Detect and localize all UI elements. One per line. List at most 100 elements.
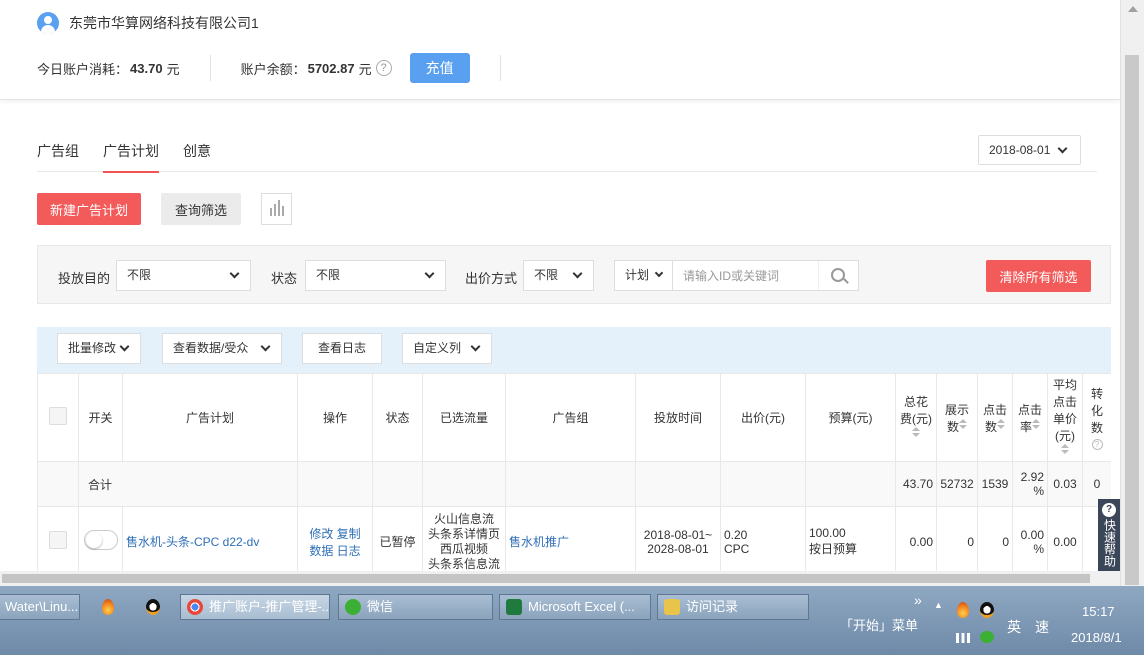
total-clicks: 1539: [977, 461, 1013, 507]
plan-name-link[interactable]: 售水机-头条-CPC d22-dv: [122, 506, 298, 571]
row-switch[interactable]: [78, 506, 123, 571]
taskbar-item-label: Water\Linu...: [5, 599, 79, 614]
taskbar-item-excel[interactable]: Microsoft Excel (...: [499, 594, 651, 620]
total-empty: [805, 461, 896, 507]
tab-ad-plans[interactable]: 广告计划: [103, 130, 159, 173]
scroll-up-arrow-icon[interactable]: [1128, 6, 1138, 12]
tray-wechat-icon[interactable]: [980, 631, 994, 643]
header-total-cost-label: 总花费(元): [900, 395, 932, 426]
purpose-select[interactable]: 不限: [116, 260, 251, 291]
today-cost-unit: 元: [166, 61, 180, 77]
header-avg-cpc-label: 平均点击单价(元): [1052, 378, 1077, 443]
sort-icon[interactable]: [912, 427, 920, 439]
search-icon[interactable]: [818, 261, 858, 290]
quick-help-button[interactable]: ? 快速帮助: [1098, 499, 1120, 571]
toggle-switch[interactable]: [83, 530, 118, 550]
total-empty: [297, 461, 373, 507]
account-stats: 今日账户消耗： 43.70 元 账户余额： 5702.87 元 ? 充值: [37, 53, 531, 83]
taskbar-item-browser[interactable]: 推广账户-推广管理-...: [180, 594, 330, 620]
total-cost: 43.70: [895, 461, 937, 507]
row-traffic: 火山信息流 头条系详情页 西瓜视频 头条系信息流: [422, 506, 506, 571]
row-ctr: 0.00 %: [1012, 506, 1048, 571]
row-select[interactable]: [37, 506, 79, 571]
recharge-button[interactable]: 充值: [409, 53, 470, 83]
ime-language[interactable]: 英: [1007, 617, 1021, 637]
taskbar-item-label: 微信: [367, 599, 394, 614]
account-card: 东莞市华算网络科技有限公司1 今日账户消耗： 43.70 元 账户余额： 570…: [0, 0, 1120, 100]
purpose-select-value: 不限: [127, 268, 152, 282]
clock-time[interactable]: 15:17: [1082, 604, 1115, 619]
row-total-cost: 0.00: [895, 506, 937, 571]
company-header: 东莞市华算网络科技有限公司1: [37, 12, 259, 34]
row-bid: 0.20 CPC: [720, 506, 806, 571]
divider: [209, 55, 211, 81]
row-status: 已暂停: [372, 506, 423, 571]
sort-icon[interactable]: [959, 418, 967, 431]
traffic-item: 火山信息流: [433, 511, 494, 526]
date-select[interactable]: 2018-08-01: [978, 135, 1081, 165]
table-toolbar: 批量修改 查看数据/受众 查看日志 自定义列: [37, 327, 1111, 373]
new-plan-button[interactable]: 新建广告计划: [37, 193, 141, 225]
scrollbar-thumb[interactable]: [1125, 55, 1139, 585]
search-input[interactable]: [683, 267, 813, 285]
table-total-row: 合计 43.70 52732 1539 2.92 % 0.03 0: [37, 461, 1111, 507]
header-clicks[interactable]: 点击数: [977, 373, 1013, 462]
group-link[interactable]: 售水机推广: [505, 506, 636, 571]
flame-icon[interactable]: [102, 599, 114, 615]
custom-columns-dropdown[interactable]: 自定义列: [402, 333, 492, 364]
tray-flame-icon[interactable]: [957, 602, 969, 618]
data-link[interactable]: 数据: [309, 544, 333, 558]
horizontal-scrollbar[interactable]: [0, 571, 1120, 586]
total-avg-cpc: 0.03: [1047, 461, 1083, 507]
tab-creatives[interactable]: 创意: [183, 130, 211, 172]
log-link[interactable]: 日志: [337, 544, 361, 558]
expand-icon[interactable]: »: [914, 592, 922, 608]
status-select[interactable]: 不限: [305, 260, 446, 291]
question-icon[interactable]: ?: [375, 60, 392, 76]
header-select-all[interactable]: [37, 373, 79, 462]
table-row: 售水机-头条-CPC d22-dv 修改 复制 数据 日志 已暂停 火山信息流 …: [37, 506, 1111, 571]
view-data-label: 查看数据/受众: [173, 341, 249, 355]
bar-chart-icon[interactable]: [261, 193, 292, 225]
header-avg-cpc[interactable]: 平均点击单价(元): [1047, 373, 1083, 462]
search-type-select[interactable]: 计划: [615, 261, 673, 290]
taskbar-item-label: Microsoft Excel (...: [528, 599, 635, 614]
chevron-down-icon: [260, 341, 271, 352]
sort-icon[interactable]: [1032, 418, 1040, 431]
header-total-cost[interactable]: 总花费(元): [895, 373, 937, 462]
system-tray: » 「开始」菜单 ▲ 英 速 15:17 2018/8/1: [820, 586, 1144, 655]
sort-icon[interactable]: [1061, 444, 1069, 456]
ime-speed[interactable]: 速: [1035, 617, 1049, 637]
network-icon[interactable]: [956, 633, 970, 643]
header-impressions[interactable]: 展示数: [936, 373, 978, 462]
tray-up-arrow-icon[interactable]: ▲: [934, 600, 943, 610]
balance-label: 账户余额：: [240, 61, 306, 77]
header-time: 投放时间: [635, 373, 721, 462]
qq-icon[interactable]: [146, 599, 160, 615]
clear-filters-button[interactable]: 清除所有筛选: [986, 260, 1091, 292]
vertical-scrollbar[interactable]: [1120, 0, 1144, 586]
view-log-button[interactable]: 查看日志: [302, 333, 382, 364]
edit-link[interactable]: 修改: [309, 527, 333, 541]
header-group: 广告组: [505, 373, 636, 462]
view-data-dropdown[interactable]: 查看数据/受众: [162, 333, 282, 364]
tray-qq-icon[interactable]: [980, 602, 994, 618]
query-filter-button[interactable]: 查询筛选: [161, 193, 241, 225]
total-empty: [635, 461, 721, 507]
batch-edit-dropdown[interactable]: 批量修改: [57, 333, 141, 364]
question-icon[interactable]: ?: [1091, 439, 1103, 450]
sort-icon[interactable]: [997, 418, 1005, 431]
checkbox[interactable]: [49, 407, 67, 425]
scrollbar-thumb[interactable]: [2, 574, 1090, 583]
taskbar-item-wechat[interactable]: 微信: [338, 594, 493, 620]
bid-method-select[interactable]: 不限: [523, 260, 594, 291]
start-menu-button[interactable]: 「开始」菜单: [840, 615, 918, 634]
quick-help-label: 快速帮助: [1102, 519, 1117, 567]
taskbar-item-folder[interactable]: 访问记录: [657, 594, 809, 620]
checkbox[interactable]: [49, 531, 67, 549]
taskbar-item-terminal[interactable]: Water\Linu...: [0, 594, 80, 620]
header-ctr[interactable]: 点击率: [1012, 373, 1048, 462]
clock-date[interactable]: 2018/8/1: [1071, 630, 1122, 645]
copy-link[interactable]: 复制: [337, 527, 361, 541]
tab-ad-groups[interactable]: 广告组: [37, 130, 79, 172]
